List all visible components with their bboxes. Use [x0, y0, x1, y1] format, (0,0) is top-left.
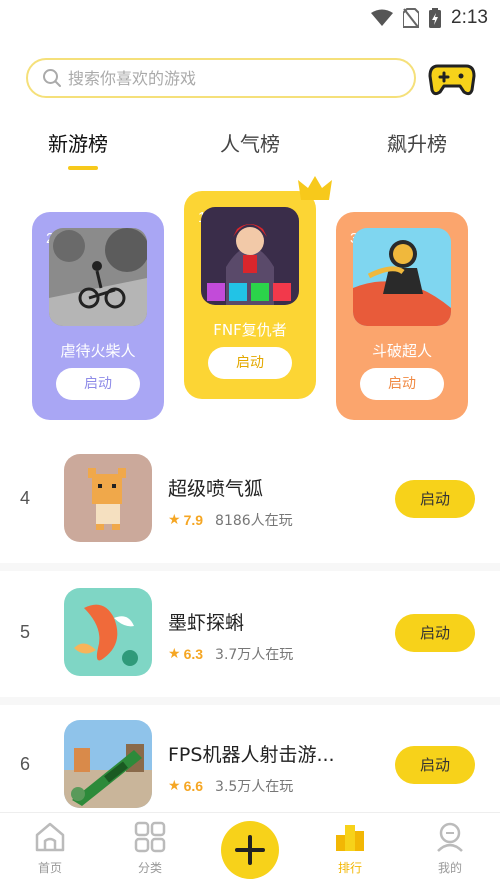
plus-icon	[235, 835, 265, 865]
podium-card-rank-3[interactable]: 3 斗破超人 启动	[336, 212, 468, 420]
gamepad-button[interactable]	[428, 60, 476, 98]
add-button[interactable]	[221, 821, 279, 879]
tab-popular[interactable]: 人气榜	[220, 128, 280, 157]
tab-rising[interactable]: 飙升榜	[387, 128, 447, 157]
player-count: 3.7万人在玩	[215, 647, 294, 663]
nav-label: 首页	[37, 861, 62, 875]
nav-ranking[interactable]: 排行	[320, 821, 380, 876]
game-meta: ★ 6.6 3.5万人在玩	[168, 776, 293, 796]
search-input[interactable]	[68, 68, 388, 88]
gamepad-icon	[428, 64, 476, 96]
game-meta: ★ 7.9 8186人在玩	[168, 510, 293, 530]
nav-category[interactable]: 分类	[120, 821, 180, 876]
nav-home[interactable]: 首页	[20, 821, 80, 876]
game-thumbnail	[353, 228, 451, 326]
rank-number: 5	[20, 622, 31, 642]
launch-button[interactable]: 启动	[395, 614, 475, 652]
launch-button[interactable]: 启动	[395, 480, 475, 518]
grid-icon	[134, 821, 166, 853]
profile-icon	[437, 822, 463, 852]
player-count: 3.5万人在玩	[215, 779, 294, 795]
game-thumbnail	[201, 207, 299, 305]
tab-new-games[interactable]: 新游榜	[48, 128, 108, 157]
status-bar: 2:13	[0, 0, 500, 36]
launch-button[interactable]: 启动	[360, 368, 444, 400]
rank-number: 4	[20, 488, 31, 508]
nav-label: 分类	[137, 861, 162, 875]
star-icon: ★	[168, 512, 181, 528]
podium-card-rank-2[interactable]: 2 虐待火柴人 启动	[32, 212, 164, 420]
game-name: 虐待火柴人	[60, 342, 136, 360]
game-name: 斗破超人	[371, 342, 432, 360]
game-rating: 6.3	[183, 646, 204, 662]
nav-label: 我的	[437, 861, 462, 875]
game-rating: 7.9	[183, 512, 204, 528]
rank-number: 6	[20, 754, 31, 774]
search-bar[interactable]	[26, 58, 416, 98]
game-name: FNF复仇者	[213, 321, 287, 339]
star-icon: ★	[168, 646, 181, 662]
no-sim-icon	[403, 8, 420, 28]
crown-icon	[298, 176, 332, 200]
game-thumbnail	[64, 454, 152, 542]
game-thumbnail	[49, 228, 147, 326]
active-tab-indicator	[68, 166, 98, 170]
wifi-icon	[371, 9, 394, 26]
list-item-rank-4[interactable]: 4 超级喷气狐 ★ 7.9 8186人在玩 启动	[0, 434, 500, 566]
ranking-icon	[336, 825, 364, 851]
bottom-navigation: 首页 分类 排行 我的	[0, 812, 500, 889]
search-icon	[43, 69, 61, 87]
game-thumbnail	[64, 720, 152, 808]
status-icons: 2:13	[371, 6, 488, 30]
ranking-tabs: 新游榜 人气榜 飙升榜	[0, 128, 500, 176]
list-item-rank-5[interactable]: 5 墨虾探蝌 ★ 6.3 3.7万人在玩 启动	[0, 568, 500, 700]
game-title: FPS机器人射击游...	[168, 744, 335, 766]
game-thumbnail	[64, 588, 152, 676]
star-icon: ★	[168, 778, 181, 794]
home-icon	[35, 822, 65, 852]
game-title: 超级喷气狐	[168, 478, 264, 500]
nav-label: 排行	[337, 861, 362, 875]
player-count: 8186人在玩	[215, 513, 293, 529]
status-time: 2:13	[451, 7, 488, 28]
game-meta: ★ 6.3 3.7万人在玩	[168, 644, 293, 664]
game-title: 墨虾探蝌	[168, 612, 245, 634]
podium-card-rank-1[interactable]: 1 FNF复仇者 启动	[184, 191, 316, 399]
launch-button[interactable]: 启动	[56, 368, 140, 400]
battery-icon	[429, 8, 442, 28]
launch-button[interactable]: 启动	[208, 347, 292, 379]
nav-profile[interactable]: 我的	[420, 821, 480, 876]
game-rating: 6.6	[183, 778, 204, 794]
launch-button[interactable]: 启动	[395, 746, 475, 784]
